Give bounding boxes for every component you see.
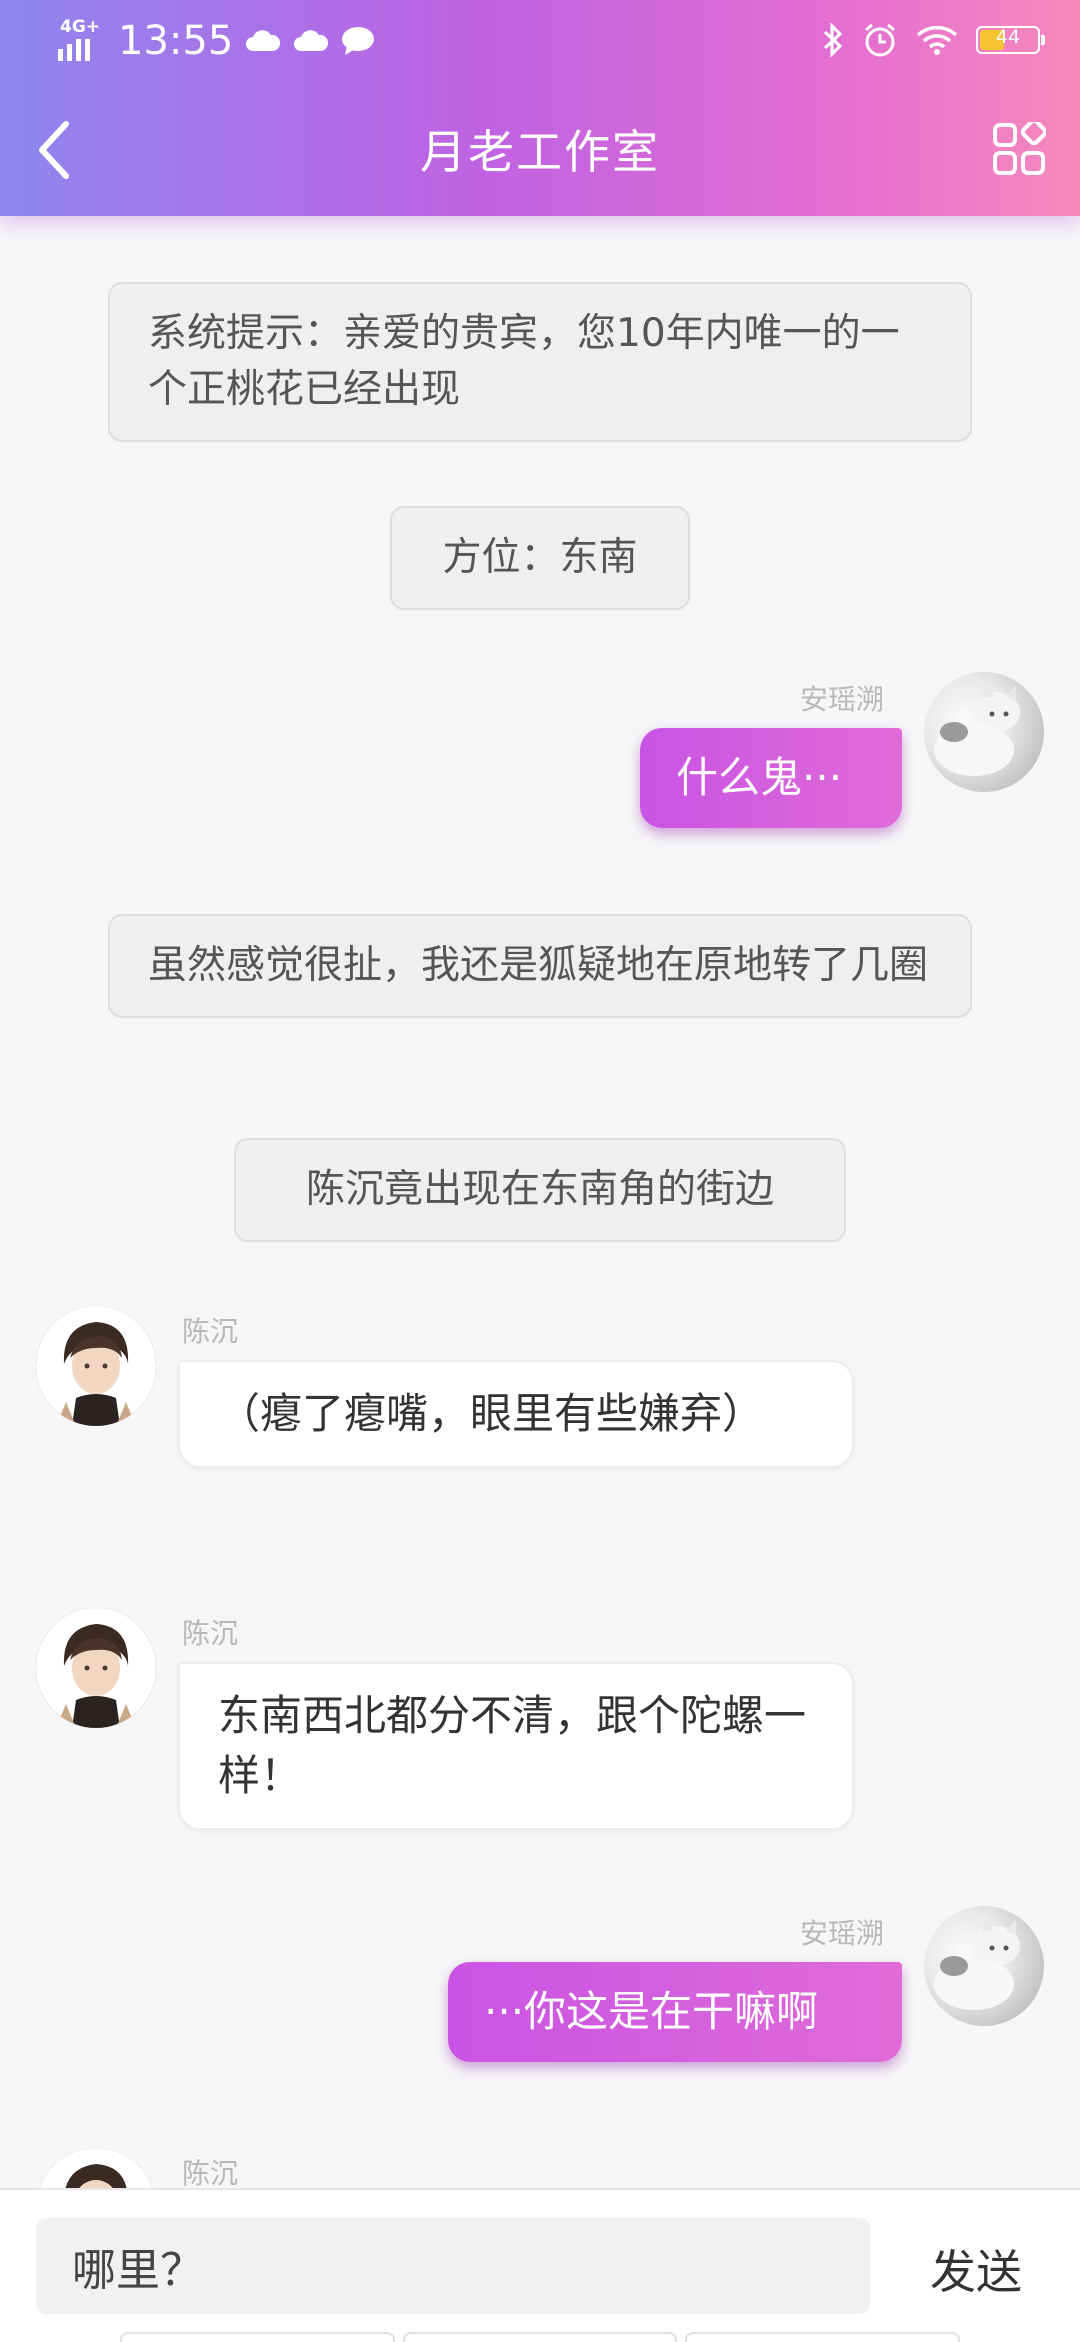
system-message: 陈沉竟出现在东南角的街边 <box>234 1138 846 1242</box>
sender-name: 安瑶溯 <box>800 1917 885 1950</box>
keyboard-suggestion-strip <box>120 2332 961 2342</box>
system-message: 方位：东南 <box>390 506 690 610</box>
avatar[interactable] <box>36 1306 156 1426</box>
sender-name: 陈沉 <box>182 1315 239 1348</box>
my-message-bubble[interactable]: ···你这是在干嘛啊 <box>448 1962 902 2062</box>
avatar[interactable] <box>924 672 1044 792</box>
message-input[interactable] <box>36 2218 870 2314</box>
cat-avatar-icon <box>934 1918 1020 2010</box>
menu-button[interactable] <box>992 118 1048 176</box>
cloud-icon <box>246 30 281 51</box>
man-avatar-icon <box>36 2148 156 2188</box>
man-avatar-icon <box>36 1306 156 1426</box>
status-bar: 4G+ 13:55 44 <box>0 0 1080 84</box>
network-type: 4G+ <box>60 17 101 37</box>
page-title: 月老工作室 <box>420 125 660 179</box>
bluetooth-icon <box>823 22 843 58</box>
cloud-icon <box>294 30 329 51</box>
wifi-icon <box>916 25 958 55</box>
chat-message-list[interactable]: 系统提示：亲爱的贵宾，您10年内唯一的一个正桃花已经出现 方位：东南 安瑶溯 什… <box>0 216 1080 2188</box>
system-message: 系统提示：亲爱的贵宾，您10年内唯一的一个正桃花已经出现 <box>108 282 972 442</box>
message-bubble-icon <box>342 27 375 55</box>
sender-name: 安瑶溯 <box>800 683 885 716</box>
my-message-bubble[interactable]: 什么鬼··· <box>640 728 902 828</box>
composer-bar: 发送 <box>0 2188 1080 2342</box>
other-message-bubble[interactable]: （瘪了瘪嘴，眼里有些嫌弃） <box>178 1360 854 1468</box>
header-bar: 4G+ 13:55 44 月老工作室 <box>0 0 1080 216</box>
avatar[interactable] <box>924 1906 1044 2026</box>
sender-name: 陈沉 <box>182 1617 239 1650</box>
alarm-icon <box>865 23 895 57</box>
avatar[interactable] <box>36 2148 156 2188</box>
battery-icon: 44 <box>976 26 1045 54</box>
man-avatar-icon <box>36 1608 156 1728</box>
cellular-signal-icon: 4G+ <box>58 17 106 61</box>
system-message: 虽然感觉很扯，我还是狐疑地在原地转了几圈 <box>108 914 972 1018</box>
send-button[interactable]: 发送 <box>930 2236 1022 2302</box>
other-message-bubble[interactable]: 东南西北都分不清，跟个陀螺一样！ <box>178 1662 854 1830</box>
sender-name: 陈沉 <box>182 2157 239 2188</box>
battery-level: 44 <box>995 26 1021 48</box>
avatar[interactable] <box>36 1608 156 1728</box>
grid-menu-icon <box>993 118 1048 175</box>
cat-avatar-icon <box>934 684 1020 776</box>
status-time: 13:55 <box>118 18 234 64</box>
